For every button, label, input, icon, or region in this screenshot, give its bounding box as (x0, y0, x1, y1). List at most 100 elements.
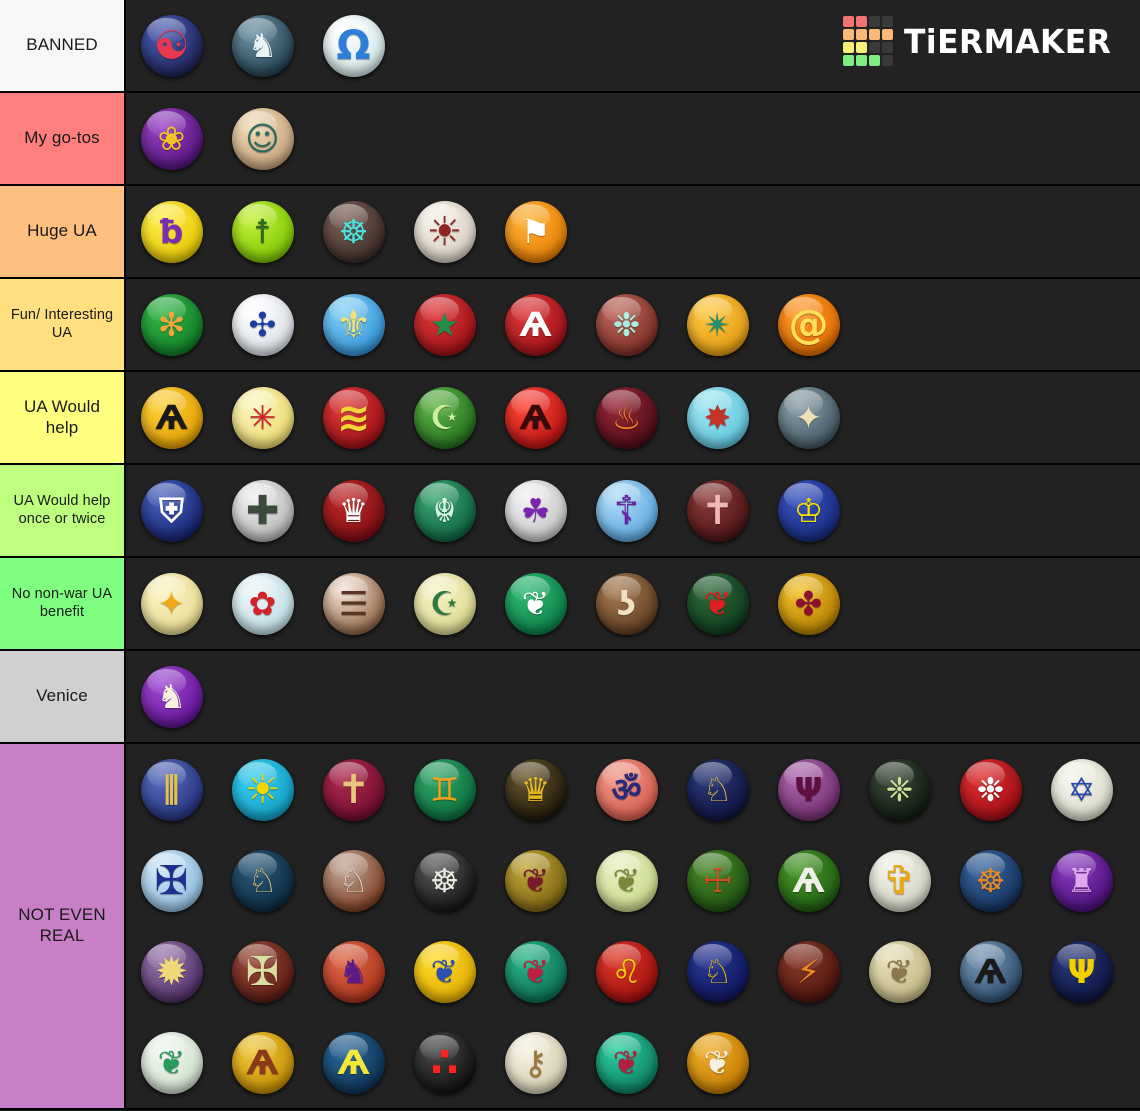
tier-item[interactable]: @ (763, 279, 854, 370)
tier-item[interactable]: ☀ (399, 186, 490, 277)
nubia-eagle-icon[interactable]: ❦ (868, 940, 931, 1003)
hungary-shield-icon[interactable]: ☩ (686, 849, 749, 912)
zulu-flame-icon[interactable]: ♨ (595, 386, 658, 449)
normandy-cross-icon[interactable]: ✠ (140, 849, 203, 912)
tier-item[interactable]: ❦ (672, 558, 763, 649)
gaul-lightning-icon[interactable]: ⚡ (777, 940, 840, 1003)
persia-sun-icon[interactable]: ☀ (413, 200, 476, 263)
tier-item[interactable]: ❦ (399, 926, 490, 1017)
tier-item[interactable]: ✤ (763, 558, 854, 649)
tier-item[interactable]: ☪ (399, 372, 490, 463)
australia-kangaroo-icon[interactable]: ♊ (413, 758, 476, 821)
tier-label[interactable]: BANNED (0, 0, 126, 91)
india-chakra-icon[interactable]: ✻ (140, 293, 203, 356)
tier-label[interactable]: Fun/ Interesting UA (0, 279, 126, 370)
tier-item[interactable]: Ѧ (308, 1017, 399, 1108)
aztec-icon[interactable]: ☸ (322, 200, 385, 263)
hunnic-horse-icon[interactable]: ♘ (322, 849, 385, 912)
tier-item[interactable]: Ψ (763, 744, 854, 835)
spain-cross-icon[interactable]: ✝ (686, 479, 749, 542)
tier-item[interactable]: ♞ (217, 0, 308, 91)
israel-star-of-david-icon[interactable]: ✡ (1050, 758, 1113, 821)
omega-icon[interactable]: Ω (322, 14, 385, 77)
sweden-lion-icon[interactable]: ❦ (413, 940, 476, 1003)
prussia-eagle-icon[interactable]: Ѧ (322, 1031, 385, 1094)
china-dragon-icon[interactable]: ≋ (322, 386, 385, 449)
songhai-triskele-icon[interactable]: ʖ (595, 572, 658, 635)
rome-laurel-icon[interactable]: ❀ (140, 107, 203, 170)
wales-red-dragon-icon[interactable]: ❦ (504, 940, 567, 1003)
tier-item[interactable]: ♌ (581, 926, 672, 1017)
tier-item[interactable]: ❦ (126, 1017, 217, 1108)
tier-item[interactable]: Ѧ (126, 372, 217, 463)
maya-mask-icon[interactable]: ☺ (231, 107, 294, 170)
sumeria-icon[interactable]: ☸ (959, 849, 1022, 912)
tier-item[interactable]: ♛ (308, 465, 399, 556)
tier-label[interactable]: My go-tos (0, 93, 126, 184)
thunderbird-icon[interactable]: ❦ (504, 849, 567, 912)
prussia-black-eagle-icon[interactable]: Ѧ (959, 940, 1022, 1003)
tier-item[interactable]: ✻ (126, 279, 217, 370)
tier-item[interactable]: ✿ (217, 558, 308, 649)
tier-item[interactable]: ❦ (581, 1017, 672, 1108)
tier-item[interactable]: ♘ (672, 744, 763, 835)
korea-icon[interactable]: ☯ (140, 14, 203, 77)
inca-sun-icon[interactable]: ☀ (231, 758, 294, 821)
tier-item[interactable]: ☸ (945, 835, 1036, 926)
tier-item[interactable]: Ψ (1036, 926, 1127, 1017)
sweden-crowns-icon[interactable]: ♔ (777, 479, 840, 542)
tier-item[interactable]: ⫼ (126, 744, 217, 835)
poland-white-eagle-icon[interactable]: Ѧ (777, 849, 840, 912)
china-trigram-icon[interactable]: ☰ (322, 572, 385, 635)
tier-item[interactable]: ✠ (126, 835, 217, 926)
ukraine-trident-icon[interactable]: Ψ (1050, 940, 1113, 1003)
tier-item[interactable]: ☪ (399, 558, 490, 649)
tier-item[interactable]: ✣ (217, 279, 308, 370)
tier-label[interactable]: No non-war UA benefit (0, 558, 126, 649)
tier-item[interactable]: ☸ (399, 835, 490, 926)
ottoman-crescent-icon[interactable]: ☪ (413, 386, 476, 449)
tier-label[interactable]: UA Would help (0, 372, 126, 463)
armenia-cross-icon[interactable]: ✝ (322, 758, 385, 821)
tier-item[interactable]: Ѧ (763, 835, 854, 926)
tier-item[interactable]: ❦ (854, 926, 945, 1017)
tier-item[interactable]: ❉ (945, 744, 1036, 835)
tier-item[interactable]: ✹ (126, 926, 217, 1017)
greece-pegasus-icon[interactable]: ♞ (231, 14, 294, 77)
tier-item[interactable]: ƀ (126, 186, 217, 277)
bohemia-lion-icon[interactable]: ♘ (231, 849, 294, 912)
tier-item[interactable]: ☺ (217, 93, 308, 184)
tier-item[interactable]: ✦ (126, 558, 217, 649)
america-shield-icon[interactable]: ⛨ (140, 479, 203, 542)
carthage-elephant-icon[interactable]: ☘ (504, 479, 567, 542)
germany-iron-cross-icon[interactable]: ✚ (231, 479, 294, 542)
tier-item[interactable]: ❦ (490, 558, 581, 649)
tier-item[interactable]: ☯ (126, 0, 217, 91)
austria-eagle-icon[interactable]: Ѧ (140, 386, 203, 449)
tier-item[interactable]: Ѧ (490, 279, 581, 370)
wales-dragon-icon[interactable]: ❦ (686, 572, 749, 635)
russia-orthodox-cross-icon[interactable]: ☦ (595, 479, 658, 542)
celts-knot-icon[interactable]: ☬ (413, 479, 476, 542)
nazca-spider-icon[interactable]: ☸ (413, 849, 476, 912)
tier-item[interactable]: ✴ (672, 279, 763, 370)
egypt-vulture-icon[interactable]: ❦ (686, 1031, 749, 1094)
tier-item[interactable]: ❦ (581, 835, 672, 926)
polynesia-spiral-icon[interactable]: @ (777, 293, 840, 356)
tier-item[interactable]: ❦ (490, 835, 581, 926)
tier-item[interactable]: ⚜ (308, 279, 399, 370)
tier-item[interactable]: ❦ (490, 926, 581, 1017)
jerusalem-cross-icon[interactable]: ✞ (868, 849, 931, 912)
england-crown-icon[interactable]: ♛ (322, 479, 385, 542)
macedon-star-icon[interactable]: ✳ (231, 386, 294, 449)
siam-star-icon[interactable]: ✦ (140, 572, 203, 635)
tier-items[interactable]: ⫼ ☀ ✝ ♊ ♛ ॐ ♘ Ψ ❈ ❉ ✡ ✠ ♘ ♘ ☸ ❦ ❦ ☩ Ѧ ✞ ☸ ♜ ✹ ✠ ♞ ❦ ❦ ♌ ♘ ⚡ ❦ Ѧ Ψ ❦ Ѧ Ѧ ∴ ⚷ ❦ ❦ (126, 744, 1140, 1108)
assyria-icon[interactable]: ❉ (595, 293, 658, 356)
netherlands-lion-icon[interactable]: ⚑ (504, 200, 567, 263)
tier-label[interactable]: NOT EVEN REAL (0, 744, 126, 1108)
korea-blossom-icon[interactable]: ✿ (231, 572, 294, 635)
tier-item[interactable]: ♔ (763, 465, 854, 556)
egypt-eye-of-horus-icon[interactable]: ƀ (140, 200, 203, 263)
tier-item[interactable]: ♞ (126, 651, 217, 742)
triple-dot-icon[interactable]: ∴ (413, 1031, 476, 1094)
